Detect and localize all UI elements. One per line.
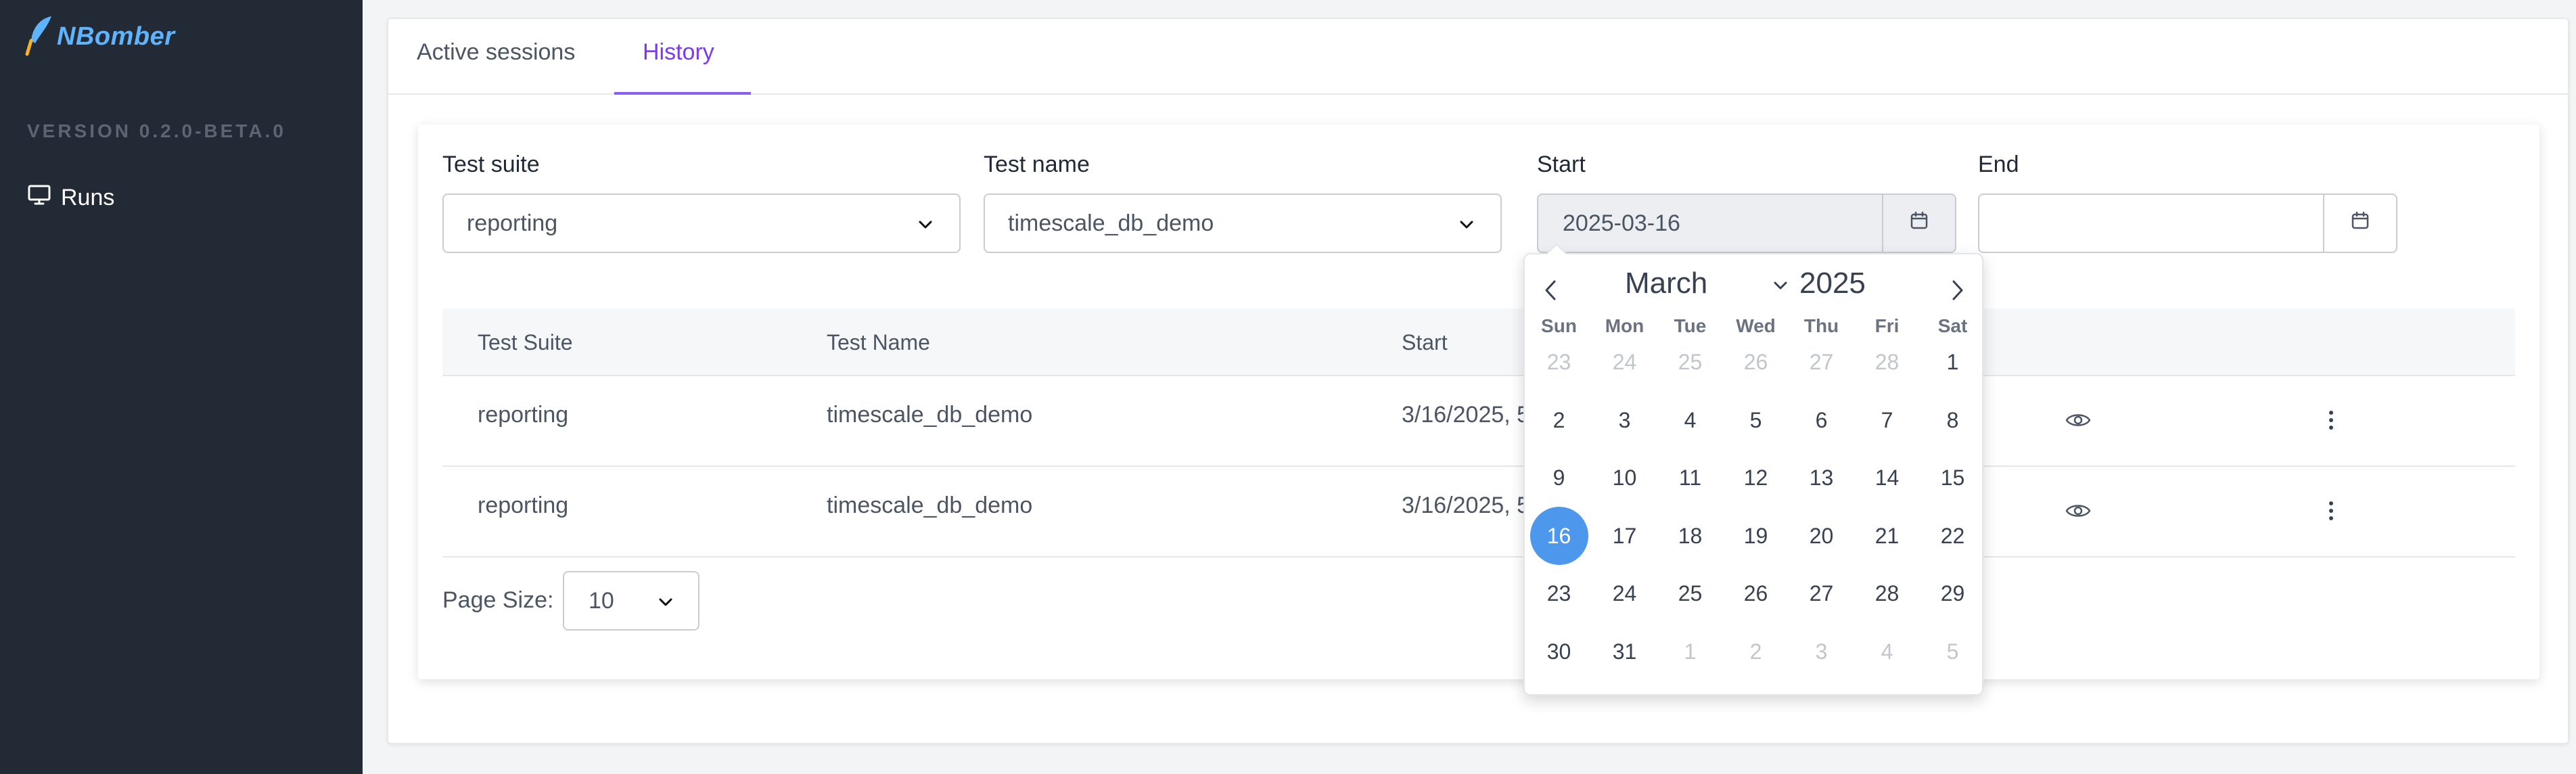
day-cell[interactable]: 5 [1924, 622, 1982, 681]
more-vertical-icon[interactable] [2327, 409, 2335, 435]
day-cell[interactable]: 22 [1924, 507, 1982, 565]
day-cell[interactable]: 18 [1661, 507, 1720, 565]
year-input[interactable]: 2025 [1799, 267, 1866, 300]
column-header-test-suite[interactable]: Test Suite [478, 330, 573, 355]
date-picker-popup: March 2025 Sun Mon Tue Wed Thu Fri Sat 23 24 25 2… [1523, 243, 1983, 696]
monitor-icon [27, 184, 51, 212]
day-cell[interactable]: 23 [1530, 564, 1588, 622]
chevron-down-icon [1772, 279, 1789, 296]
day-cell[interactable]: 17 [1596, 507, 1654, 565]
table-row[interactable]: reporting timescale_db_demo 3/16/2025, 5 [442, 467, 2515, 557]
page-size-select[interactable]: 10 [563, 571, 699, 631]
day-cell[interactable]: 19 [1727, 507, 1785, 565]
day-cell[interactable]: 8 [1924, 391, 1982, 449]
day-cell[interactable]: 24 [1596, 333, 1654, 391]
day-cell[interactable]: 4 [1661, 391, 1720, 449]
start-date-value: 2025-03-16 [1563, 210, 1680, 236]
day-cell[interactable]: 2 [1727, 622, 1785, 681]
chevron-left-icon[interactable] [1541, 279, 1561, 305]
eye-icon[interactable] [2065, 410, 2092, 434]
app-logo[interactable]: NBomber [24, 14, 175, 60]
start-date-input[interactable]: 2025-03-16 [1537, 194, 1956, 253]
test-name-value: timescale_db_demo [1008, 210, 1214, 236]
cell-test-suite: reporting [478, 493, 569, 518]
month-select[interactable]: March [1625, 267, 1707, 300]
page-size-label: Page Size: [442, 587, 554, 613]
tab-bar: Active sessions History [388, 19, 2568, 95]
day-cell[interactable]: 4 [1858, 622, 1916, 681]
cell-test-suite: reporting [478, 402, 569, 428]
end-date-input[interactable] [1978, 194, 2397, 253]
day-cell[interactable]: 20 [1793, 507, 1851, 565]
end-calendar-button[interactable] [2323, 195, 2396, 252]
sidebar: NBomber VERSION 0.2.0-BETA.0 Runs [0, 0, 363, 774]
more-vertical-icon[interactable] [2327, 499, 2335, 526]
active-tab-indicator [614, 92, 751, 95]
app-name: NBomber [57, 22, 175, 51]
chevron-down-icon [656, 591, 675, 618]
day-cell[interactable]: 11 [1661, 449, 1720, 507]
day-cell[interactable]: 1 [1661, 622, 1720, 681]
cell-test-name: timescale_db_demo [827, 402, 1033, 428]
day-cell[interactable]: 25 [1661, 564, 1720, 622]
start-label: Start [1537, 152, 1586, 177]
day-cell[interactable]: 7 [1858, 391, 1916, 449]
column-header-start[interactable]: Start [1402, 330, 1448, 355]
day-cell[interactable]: 28 [1858, 333, 1916, 391]
table-row[interactable]: reporting timescale_db_demo 3/16/2025, 5 [442, 376, 2515, 467]
day-cell[interactable]: 31 [1596, 622, 1654, 681]
day-cell-selected[interactable]: 16 [1530, 506, 1588, 565]
day-cell[interactable]: 13 [1793, 449, 1851, 507]
day-cell[interactable]: 27 [1793, 564, 1851, 622]
calendar-icon [2350, 210, 2370, 237]
day-cell[interactable]: 28 [1858, 564, 1916, 622]
day-cell[interactable]: 9 [1530, 449, 1588, 507]
day-cell[interactable]: 5 [1727, 391, 1785, 449]
calendar-icon [1909, 210, 1929, 237]
history-card: Test suite reporting Test name timescale… [418, 124, 2539, 679]
day-cell[interactable]: 21 [1858, 507, 1916, 565]
main-panel: Active sessions History Test suite repor… [387, 18, 2569, 744]
day-cell[interactable]: 27 [1793, 333, 1851, 391]
day-cell[interactable]: 3 [1793, 622, 1851, 681]
test-name-select[interactable]: timescale_db_demo [984, 194, 1502, 253]
day-cell[interactable]: 12 [1727, 449, 1785, 507]
day-cell[interactable]: 26 [1727, 564, 1785, 622]
page-size-value: 10 [589, 587, 614, 614]
day-cell[interactable]: 2 [1530, 391, 1588, 449]
chevron-down-icon [916, 214, 935, 240]
day-cell[interactable]: 14 [1858, 449, 1916, 507]
start-calendar-button[interactable] [1882, 195, 1955, 252]
test-name-label: Test name [984, 152, 1090, 177]
day-cell[interactable]: 3 [1596, 391, 1654, 449]
app-version: VERSION 0.2.0-BETA.0 [27, 120, 286, 141]
tab-active-sessions[interactable]: Active sessions [417, 39, 575, 66]
day-cell[interactable]: 29 [1924, 564, 1982, 622]
feather-icon [24, 14, 55, 60]
cell-start: 3/16/2025, 5 [1402, 402, 1530, 428]
chevron-right-icon[interactable] [1947, 279, 1967, 305]
day-cell[interactable]: 26 [1727, 333, 1785, 391]
cell-start: 3/16/2025, 5 [1402, 493, 1530, 518]
day-cell[interactable]: 15 [1924, 449, 1982, 507]
sidebar-item-label: Runs [61, 185, 115, 210]
day-cell[interactable]: 30 [1530, 622, 1588, 681]
test-suite-select[interactable]: reporting [442, 194, 961, 253]
table-header: Test Suite Test Name Start [442, 309, 2515, 376]
chevron-down-icon [1457, 214, 1476, 240]
sidebar-item-runs[interactable]: Runs [27, 184, 114, 212]
day-cell[interactable]: 25 [1661, 333, 1720, 391]
day-cell[interactable]: 24 [1596, 564, 1654, 622]
eye-icon[interactable] [2065, 501, 2092, 524]
day-cell[interactable]: 1 [1924, 333, 1982, 391]
column-header-test-name[interactable]: Test Name [827, 330, 930, 355]
test-suite-label: Test suite [442, 152, 540, 177]
cell-test-name: timescale_db_demo [827, 493, 1033, 518]
day-cell[interactable]: 6 [1793, 391, 1851, 449]
end-label: End [1978, 152, 2019, 177]
tab-history[interactable]: History [643, 39, 714, 66]
day-cell[interactable]: 23 [1530, 333, 1588, 391]
test-suite-value: reporting [467, 210, 558, 236]
day-cell[interactable]: 10 [1596, 449, 1654, 507]
